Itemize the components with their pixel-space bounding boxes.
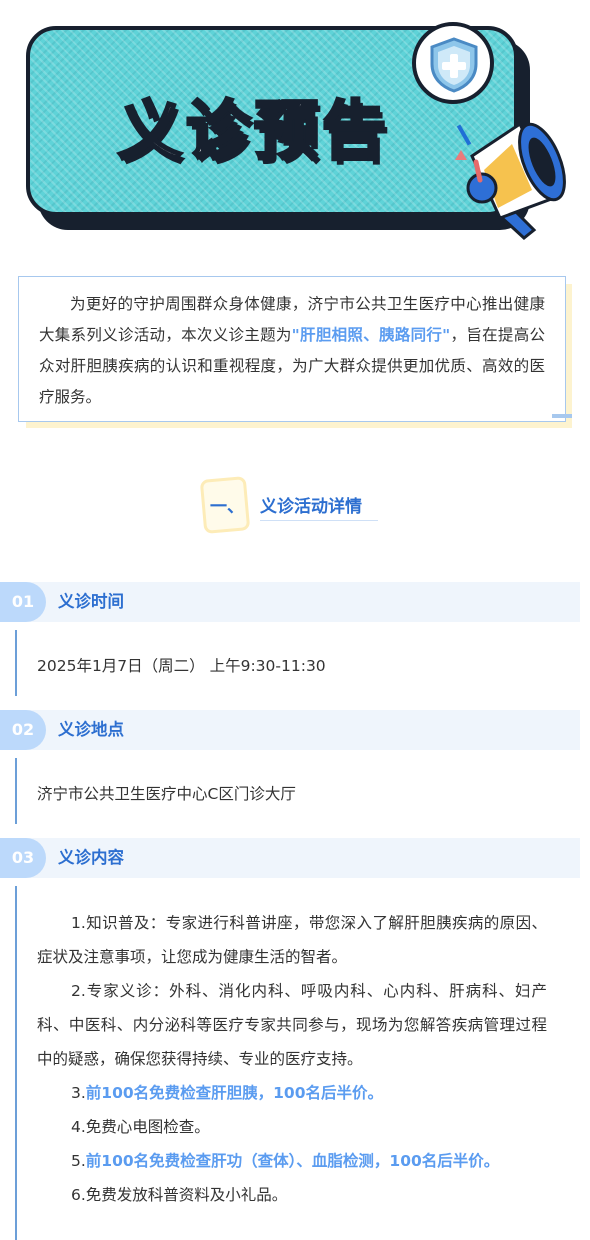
item-left-rule — [15, 758, 17, 824]
content-item: 4.免费心电图检查。 — [37, 1110, 547, 1144]
content-item-text: 2.专家义诊：外科、消化内科、呼吸内科、心内科、肝病科、妇产科、中医科、内分泌科… — [37, 982, 547, 1068]
item-label-time: 义诊时间 — [58, 592, 124, 611]
banner: 义诊预告 — [0, 0, 590, 258]
item-number-badge: 01 — [0, 582, 46, 622]
intro-paragraph: 为更好的守护周围群众身体健康，济宁市公共卫生医疗中心推出健康大集系列义诊活动，本… — [39, 289, 545, 413]
item-left-rule — [15, 886, 17, 1240]
content-item: 6.免费发放科普资料及小礼品。 — [37, 1178, 547, 1212]
content-item: 3.前100名免费检查肝胆胰，100名后半价。 — [37, 1076, 547, 1110]
item-text-time: 2025年1月7日（周二） 上午9:30-11:30 — [37, 657, 326, 675]
content-item: 1.知识普及：专家进行科普讲座，带您深入了解肝胆胰疾病的原因、症状及注意事项，让… — [37, 906, 547, 974]
item-header-content: 03 义诊内容 — [0, 838, 580, 878]
item-header-time: 01 义诊时间 — [0, 582, 580, 622]
medical-shield-icon — [412, 22, 494, 104]
section-title-underline — [260, 520, 378, 521]
content-item: 2.专家义诊：外科、消化内科、呼吸内科、心内科、肝病科、妇产科、中医科、内分泌科… — [37, 974, 547, 1076]
item-label-content: 义诊内容 — [58, 848, 124, 867]
section-header: 一、 义诊活动详情 — [196, 476, 396, 536]
section-title: 义诊活动详情 — [260, 497, 362, 517]
banner-title: 义诊预告 — [117, 94, 390, 171]
content-item-prefix: 5. — [71, 1152, 86, 1170]
item-number-badge: 03 — [0, 838, 46, 878]
content-item-text: 4.免费心电图检查。 — [71, 1118, 210, 1136]
item-number-badge: 02 — [0, 710, 46, 750]
section-number: 一、 — [210, 497, 244, 517]
item-label-location: 义诊地点 — [58, 720, 124, 739]
item-left-rule — [15, 630, 17, 696]
content-item-highlight: 前100名免费检查肝功（查体）、血脂检测，100名后半价。 — [85, 1152, 500, 1170]
content-item-prefix: 3. — [71, 1084, 86, 1102]
item-text-location: 济宁市公共卫生医疗中心C区门诊大厅 — [37, 785, 296, 803]
megaphone-icon — [450, 118, 570, 252]
content-item: 5.前100名免费检查肝功（查体）、血脂检测，100名后半价。 — [37, 1144, 547, 1178]
content-list: 1.知识普及：专家进行科普讲座，带您深入了解肝胆胰疾病的原因、症状及注意事项，让… — [37, 906, 547, 1212]
intro-corner-mark — [552, 414, 572, 418]
intro-box: 为更好的守护周围群众身体健康，济宁市公共卫生医疗中心推出健康大集系列义诊活动，本… — [18, 276, 566, 422]
intro-theme-highlight: "肝胆相照、胰路同行" — [291, 326, 451, 344]
content-item-text: 6.免费发放科普资料及小礼品。 — [71, 1186, 288, 1204]
content-item-text: 1.知识普及：专家进行科普讲座，带您深入了解肝胆胰疾病的原因、症状及注意事项，让… — [37, 914, 547, 966]
content-item-highlight: 前100名免费检查肝胆胰，100名后半价。 — [85, 1084, 384, 1102]
item-header-location: 02 义诊地点 — [0, 710, 580, 750]
intro-card: 为更好的守护周围群众身体健康，济宁市公共卫生医疗中心推出健康大集系列义诊活动，本… — [18, 276, 572, 428]
